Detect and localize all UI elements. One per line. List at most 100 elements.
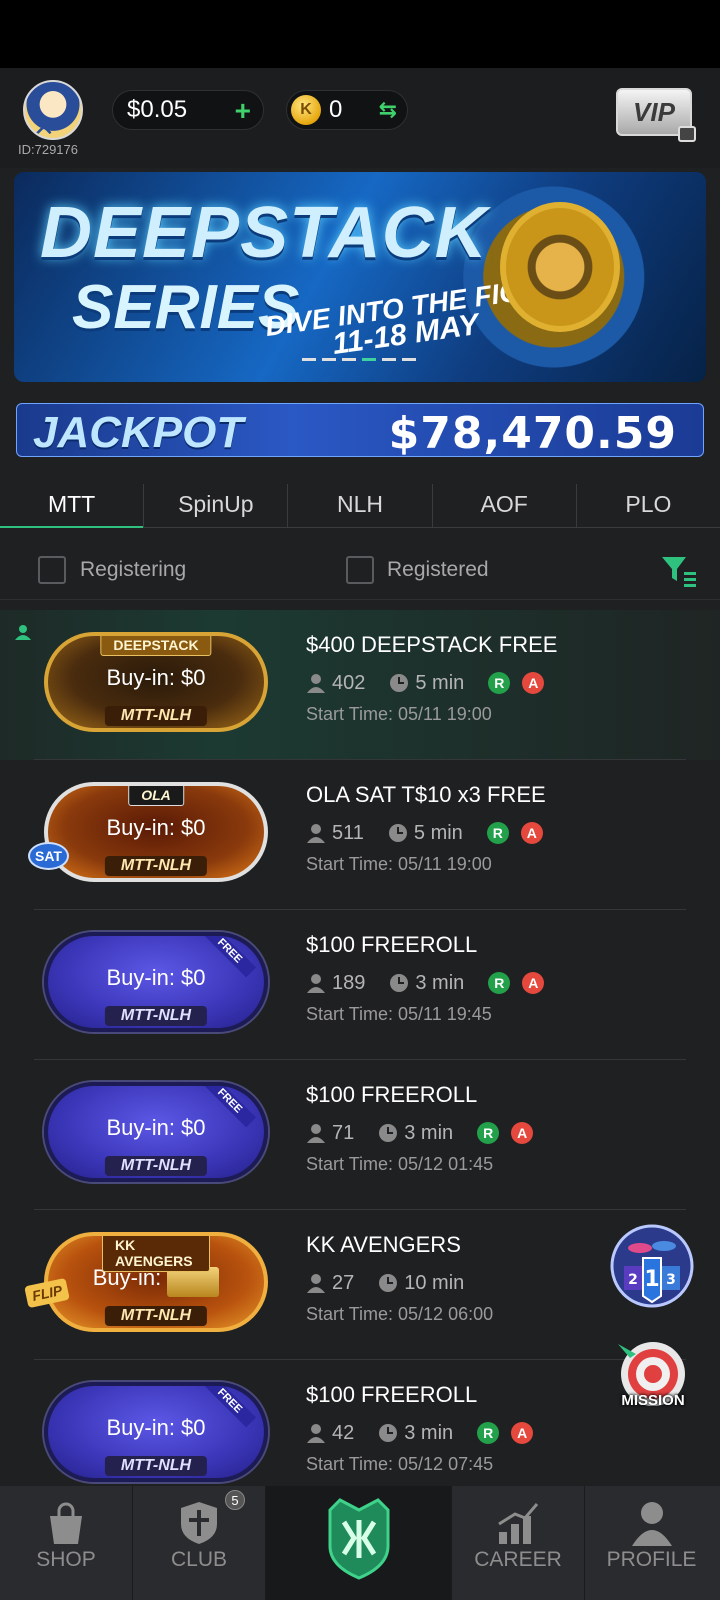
tournament-name: KK AVENGERS (306, 1232, 461, 1257)
registered-person-icon (15, 625, 31, 640)
game-type-label: MTT-NLH (104, 856, 208, 876)
tournament-row[interactable]: DEEPSTACK Buy-in: $0 MTT-NLH $400 DEEPST… (0, 610, 720, 760)
addon-badge: A (511, 1422, 534, 1444)
clock-icon (379, 1424, 398, 1442)
carousel-dot[interactable] (402, 358, 416, 361)
registering-label: Registering (80, 558, 187, 581)
tournament-meta: 511 5 min R A (306, 820, 606, 846)
level-duration: 3 min (404, 1421, 454, 1444)
start-time: Start Time: 05/12 06:00 (306, 1304, 494, 1324)
tournament-name: $100 FREEROLL (306, 1382, 478, 1407)
addon-badge: A (520, 822, 543, 844)
jackpot-label: JACKPOT (33, 408, 244, 457)
tournament-row[interactable]: FREE Buy-in: $0 MTT-NLH $100 FREEROLL 18… (0, 910, 720, 1060)
satellite-badge: SAT (28, 842, 69, 870)
submarine-porthole-image (500, 202, 620, 332)
buyin-card[interactable]: FREE Buy-in: $0 MTT-NLH (44, 932, 268, 1032)
club-shield-icon (181, 1502, 217, 1544)
carousel-dot[interactable] (382, 358, 396, 361)
buyin-label: Buy-in: $0 (106, 1415, 206, 1440)
nav-shop[interactable]: SHOP (0, 1486, 133, 1600)
buyin-card[interactable]: KK AVENGERS Buy-in: MTT-NLH (44, 1232, 268, 1332)
lock-icon (678, 126, 696, 142)
start-time: Start Time: 05/11 19:00 (306, 704, 492, 724)
promo-banner[interactable]: DEEPSTACK SERIES DIVE INTO THE FIGHT! 11… (14, 172, 706, 382)
player-count: 71 (332, 1121, 355, 1144)
player-count: 511 (332, 821, 364, 844)
vip-button[interactable]: VIP (616, 88, 696, 142)
buyin-card[interactable]: FREE Buy-in: $0 MTT-NLH (44, 1082, 268, 1182)
carousel-dot[interactable] (342, 358, 356, 361)
exchange-icon[interactable]: ⇆ (379, 97, 397, 123)
tournament-info: $100 FREEROLL 71 3 min R A Start Time: 0… (306, 1082, 606, 1175)
tournament-info: KK AVENGERS 27 10 min Start Time: 05/12 … (306, 1232, 606, 1325)
registering-checkbox[interactable] (38, 556, 66, 584)
shop-bag-icon (50, 1502, 82, 1544)
players-icon (307, 974, 325, 993)
club-notification-badge: 5 (225, 1490, 245, 1510)
svg-text:2: 2 (628, 1272, 638, 1288)
card-title-badge: OLA (128, 786, 184, 806)
tournament-meta: 71 3 min R A (306, 1120, 606, 1146)
add-cash-icon[interactable]: + (235, 95, 251, 127)
svg-text:1: 1 (644, 1267, 659, 1292)
cash-balance[interactable]: $0.05 + (112, 90, 264, 130)
level-duration: 3 min (415, 971, 465, 994)
filter-icon[interactable] (660, 554, 698, 588)
jackpot-bar[interactable]: JACKPOT $78,470.59 (16, 403, 704, 457)
players-icon (307, 1274, 325, 1293)
nav-home[interactable] (266, 1486, 452, 1600)
tournament-name: $100 FREEROLL (306, 932, 478, 957)
buyin-label: Buy-in: $0 (106, 965, 206, 990)
players-icon (307, 674, 325, 693)
filter-bar: Registering Registered (0, 540, 720, 600)
carousel-dot[interactable] (322, 358, 336, 361)
buyin-card[interactable]: DEEPSTACK Buy-in: $0 MTT-NLH (44, 632, 268, 732)
game-type-label: MTT-NLH (104, 1306, 208, 1326)
tab-nlh[interactable]: NLH (288, 484, 433, 527)
free-ribbon: FREE (202, 1086, 256, 1128)
career-chart-icon (498, 1503, 539, 1544)
avatar[interactable]: ✕ (23, 80, 83, 140)
svg-text:3: 3 (666, 1272, 676, 1288)
rebuy-badge: R (477, 1122, 500, 1144)
nav-career[interactable]: CAREER (452, 1486, 585, 1600)
tournament-info: $100 FREEROLL 189 3 min R A Start Time: … (306, 932, 606, 1025)
buyin-card[interactable]: FREE Buy-in: $0 MTT-NLH (44, 1382, 268, 1482)
tournament-meta: 402 5 min R A (306, 670, 606, 696)
banner-title: DEEPSTACK (40, 193, 488, 273)
mission-button[interactable]: MISSION (608, 1336, 698, 1424)
buyin-label: Buy-in: $0 (106, 1115, 206, 1140)
tournament-info: $400 DEEPSTACK FREE 402 5 min R A Start … (306, 632, 606, 725)
clock-icon (390, 974, 409, 992)
coin-balance[interactable]: K 0 ⇆ (286, 90, 408, 130)
nav-club[interactable]: 5 CLUB (133, 1486, 266, 1600)
tab-spinup[interactable]: SpinUp (144, 484, 289, 527)
nav-label: SHOP (36, 1548, 96, 1571)
ranking-chips-icon[interactable]: 1 2 3 (610, 1222, 694, 1314)
bottom-navigation: SHOP 5 CLUB CAREER PROFILE (0, 1486, 720, 1600)
carousel-dot[interactable] (302, 358, 316, 361)
tab-mtt[interactable]: MTT (0, 484, 145, 528)
nav-profile[interactable]: PROFILE (585, 1486, 718, 1600)
tournament-row[interactable]: OLA Buy-in: $0 MTT-NLH SAT OLA SAT T$10 … (0, 760, 720, 910)
tournament-meta: 27 10 min (306, 1270, 606, 1296)
addon-badge: A (511, 1122, 534, 1144)
free-ribbon: FREE (202, 936, 256, 978)
user-id: ID:729176 (18, 142, 78, 157)
clock-icon (388, 824, 407, 842)
vip-label: VIP (633, 96, 675, 127)
rebuy-badge: R (488, 672, 511, 694)
tab-aof[interactable]: AOF (433, 484, 577, 527)
carousel-dot-active[interactable] (362, 358, 376, 361)
rebuy-badge: R (488, 972, 511, 994)
game-type-label: MTT-NLH (104, 1156, 208, 1176)
buyin-label: Buy-in: $0 (106, 815, 206, 840)
player-count: 402 (332, 671, 366, 694)
registered-checkbox[interactable] (346, 556, 374, 584)
tournament-row[interactable]: FREE Buy-in: $0 MTT-NLH $100 FREEROLL 71… (0, 1060, 720, 1210)
buyin-card[interactable]: OLA Buy-in: $0 MTT-NLH (44, 782, 268, 882)
tab-plo[interactable]: PLO (577, 484, 720, 527)
players-icon (307, 1124, 325, 1143)
rebuy-badge: R (477, 1422, 500, 1444)
